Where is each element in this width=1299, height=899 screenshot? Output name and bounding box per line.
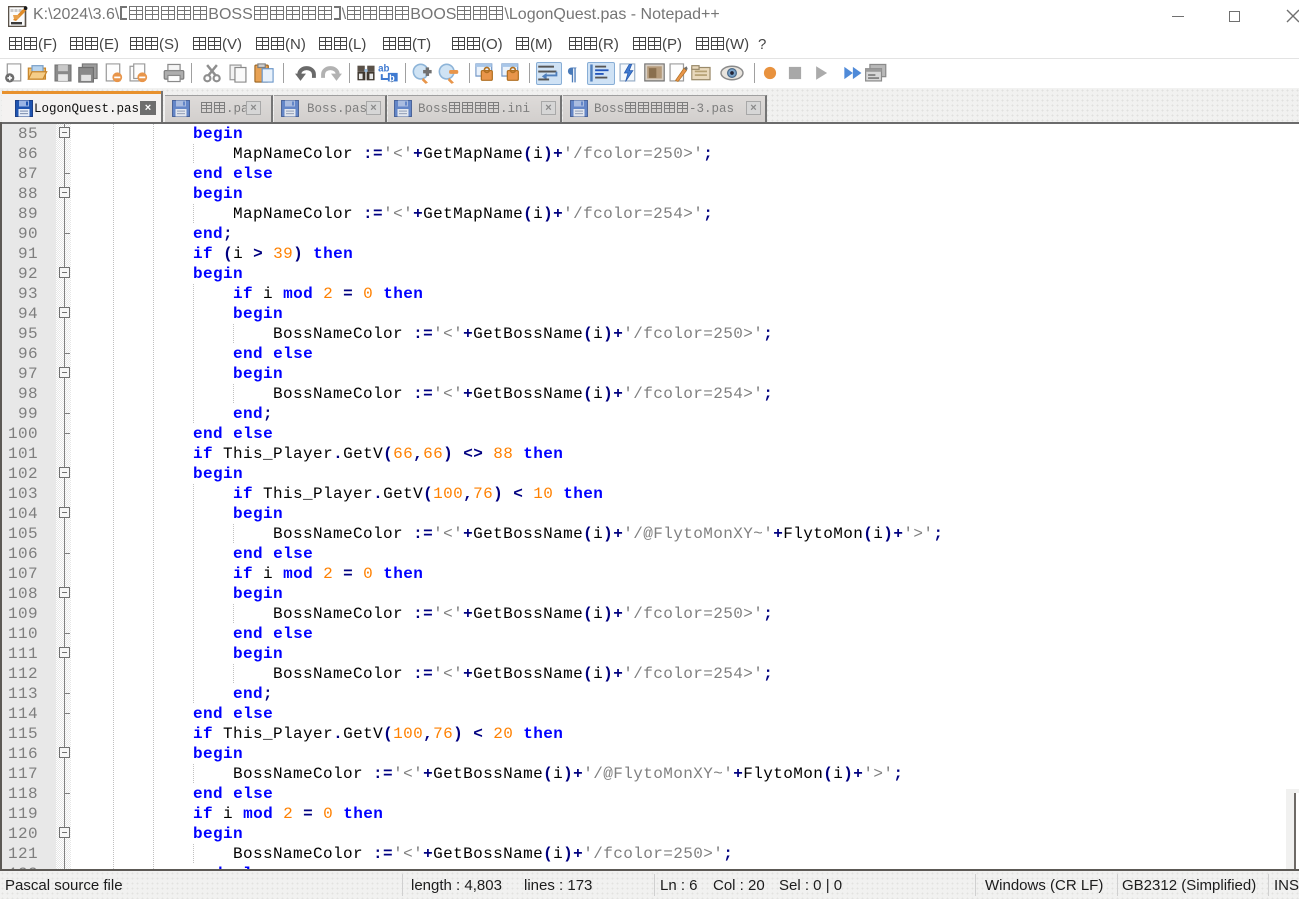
svg-text:b: b: [389, 73, 395, 83]
svg-text:ab: ab: [378, 64, 389, 75]
